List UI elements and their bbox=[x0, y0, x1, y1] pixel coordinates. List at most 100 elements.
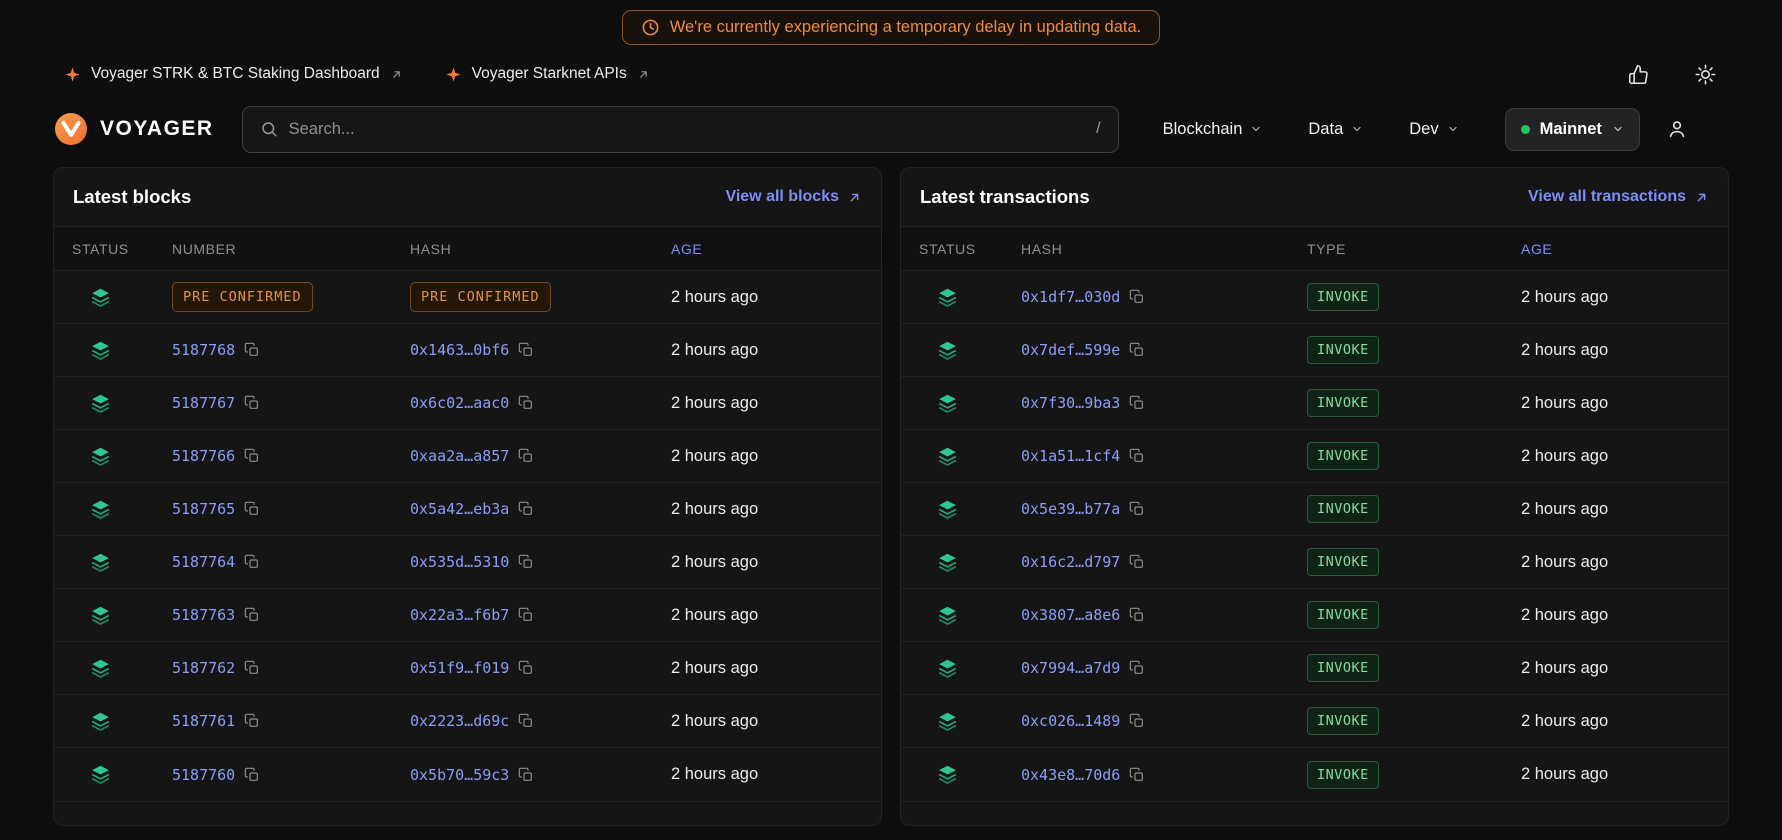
block-number-link[interactable]: 5187761 bbox=[172, 712, 235, 730]
transaction-hash-link[interactable]: 0x3807…a8e6 bbox=[1021, 606, 1120, 624]
copy-icon bbox=[1129, 554, 1145, 570]
profile-button[interactable] bbox=[1666, 118, 1688, 140]
nav-dev[interactable]: Dev bbox=[1409, 120, 1458, 139]
block-hash-link[interactable]: 0x1463…0bf6 bbox=[410, 341, 509, 359]
view-all-transactions-link[interactable]: View all transactions bbox=[1528, 188, 1709, 206]
block-hash-link[interactable]: 0x2223…d69c bbox=[410, 712, 509, 730]
copy-button[interactable] bbox=[1129, 713, 1145, 729]
transaction-hash-link[interactable]: 0x5e39…b77a bbox=[1021, 500, 1120, 518]
copy-button[interactable] bbox=[244, 713, 260, 729]
copy-icon bbox=[1129, 607, 1145, 623]
transaction-hash-link[interactable]: 0x1df7…030d bbox=[1021, 288, 1120, 306]
transaction-row: 0x7f30…9ba3 INVOKE 2 hours ago bbox=[901, 377, 1728, 430]
transaction-hash-cell: 0x7def…599e bbox=[1021, 341, 1307, 359]
block-row: 5187766 0xaa2a…a857 2 hours ago bbox=[54, 430, 881, 483]
transaction-age: 2 hours ago bbox=[1521, 553, 1710, 572]
copy-button[interactable] bbox=[1129, 448, 1145, 464]
copy-icon bbox=[518, 448, 534, 464]
transaction-hash-link[interactable]: 0x7def…599e bbox=[1021, 341, 1120, 359]
copy-button[interactable] bbox=[244, 767, 260, 783]
copy-button[interactable] bbox=[518, 660, 534, 676]
copy-button[interactable] bbox=[518, 607, 534, 623]
col-status: STATUS bbox=[919, 241, 1021, 257]
transaction-status-cell bbox=[919, 764, 1021, 785]
block-number-link[interactable]: 5187768 bbox=[172, 341, 235, 359]
copy-button[interactable] bbox=[518, 767, 534, 783]
copy-button[interactable] bbox=[244, 554, 260, 570]
copy-button[interactable] bbox=[518, 501, 534, 517]
transaction-status-icon bbox=[937, 393, 958, 414]
copy-button[interactable] bbox=[244, 660, 260, 676]
voyager-logo[interactable]: VOYAGER bbox=[53, 111, 214, 147]
block-hash-cell: PRE CONFIRMED bbox=[410, 282, 671, 312]
transaction-hash-link[interactable]: 0x1a51…1cf4 bbox=[1021, 447, 1120, 465]
search-bar[interactable]: / bbox=[242, 106, 1119, 153]
copy-button[interactable] bbox=[1129, 342, 1145, 358]
copy-button[interactable] bbox=[1129, 501, 1145, 517]
block-number-link[interactable]: 5187762 bbox=[172, 659, 235, 677]
block-number-link[interactable]: 5187760 bbox=[172, 766, 235, 784]
copy-icon bbox=[244, 448, 260, 464]
transaction-hash-link[interactable]: 0x43e8…70d6 bbox=[1021, 766, 1120, 784]
block-number-cell: 5187765 bbox=[172, 500, 410, 518]
transaction-hash-link[interactable]: 0xc026…1489 bbox=[1021, 712, 1120, 730]
col-age[interactable]: AGE bbox=[1521, 241, 1710, 257]
copy-button[interactable] bbox=[518, 448, 534, 464]
block-hash-link[interactable]: 0xaa2a…a857 bbox=[410, 447, 509, 465]
block-hash-link[interactable]: 0x535d…5310 bbox=[410, 553, 509, 571]
block-number-link[interactable]: 5187763 bbox=[172, 606, 235, 624]
block-number-link[interactable]: 5187765 bbox=[172, 500, 235, 518]
latest-transactions-panel: Latest transactions View all transaction… bbox=[900, 167, 1729, 826]
transaction-hash-link[interactable]: 0x7994…a7d9 bbox=[1021, 659, 1120, 677]
copy-button[interactable] bbox=[1129, 554, 1145, 570]
promo-link-starknet-apis[interactable]: Voyager Starknet APIs bbox=[445, 65, 650, 83]
copy-icon bbox=[518, 501, 534, 517]
transaction-status-cell bbox=[919, 393, 1021, 414]
block-number-link[interactable]: 5187766 bbox=[172, 447, 235, 465]
block-hash-link[interactable]: 0x5a42…eb3a bbox=[410, 500, 509, 518]
network-selector[interactable]: Mainnet bbox=[1505, 108, 1640, 151]
copy-button[interactable] bbox=[244, 607, 260, 623]
copy-button[interactable] bbox=[1129, 289, 1145, 305]
col-age[interactable]: AGE bbox=[671, 241, 863, 257]
sun-icon bbox=[1695, 64, 1716, 85]
delay-banner-text: We're currently experiencing a temporary… bbox=[670, 18, 1142, 37]
transaction-type-badge: INVOKE bbox=[1307, 707, 1379, 735]
promo-link-staking-dashboard[interactable]: Voyager STRK & BTC Staking Dashboard bbox=[64, 65, 403, 83]
copy-button[interactable] bbox=[244, 448, 260, 464]
nav-data[interactable]: Data bbox=[1308, 120, 1363, 139]
block-status-icon bbox=[90, 764, 111, 785]
transaction-hash-cell: 0x1df7…030d bbox=[1021, 288, 1307, 306]
block-row: 5187762 0x51f9…f019 2 hours ago bbox=[54, 642, 881, 695]
block-row: 5187768 0x1463…0bf6 2 hours ago bbox=[54, 324, 881, 377]
copy-button[interactable] bbox=[518, 554, 534, 570]
copy-icon bbox=[1129, 713, 1145, 729]
block-row: 5187761 0x2223…d69c 2 hours ago bbox=[54, 695, 881, 748]
copy-button[interactable] bbox=[1129, 607, 1145, 623]
copy-button[interactable] bbox=[244, 501, 260, 517]
block-hash-link[interactable]: 0x5b70…59c3 bbox=[410, 766, 509, 784]
block-hash-link[interactable]: 0x51f9…f019 bbox=[410, 659, 509, 677]
copy-button[interactable] bbox=[244, 395, 260, 411]
transaction-hash-link[interactable]: 0x7f30…9ba3 bbox=[1021, 394, 1120, 412]
block-row: 5187760 0x5b70…59c3 2 hours ago bbox=[54, 748, 881, 801]
copy-button[interactable] bbox=[518, 395, 534, 411]
search-input[interactable] bbox=[289, 120, 1086, 139]
copy-button[interactable] bbox=[518, 713, 534, 729]
transaction-status-icon bbox=[937, 552, 958, 573]
copy-button[interactable] bbox=[1129, 395, 1145, 411]
transaction-hash-link[interactable]: 0x16c2…d797 bbox=[1021, 553, 1120, 571]
copy-button[interactable] bbox=[518, 342, 534, 358]
theme-toggle-button[interactable] bbox=[1695, 64, 1716, 85]
copy-button[interactable] bbox=[1129, 660, 1145, 676]
copy-button[interactable] bbox=[1129, 767, 1145, 783]
block-hash-link[interactable]: 0x6c02…aac0 bbox=[410, 394, 509, 412]
view-all-blocks-link[interactable]: View all blocks bbox=[725, 188, 862, 206]
block-number-link[interactable]: 5187764 bbox=[172, 553, 235, 571]
nav-blockchain[interactable]: Blockchain bbox=[1163, 120, 1263, 139]
copy-icon bbox=[518, 660, 534, 676]
copy-button[interactable] bbox=[244, 342, 260, 358]
like-button[interactable] bbox=[1628, 64, 1649, 85]
block-number-link[interactable]: 5187767 bbox=[172, 394, 235, 412]
block-hash-link[interactable]: 0x22a3…f6b7 bbox=[410, 606, 509, 624]
